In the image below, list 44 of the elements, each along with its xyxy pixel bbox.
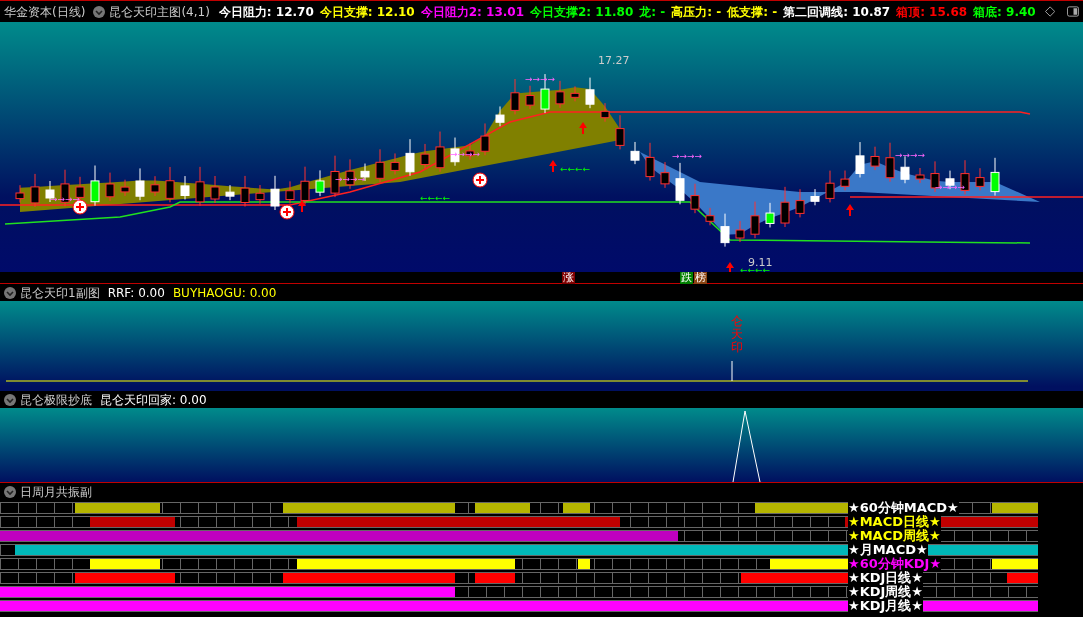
arrow-marker: →→→→	[895, 150, 926, 160]
signal-label: ★MACD周线★	[848, 529, 941, 543]
diamond-icon[interactable]	[1044, 6, 1055, 17]
signal-label: ★KDJ日线★	[848, 571, 923, 585]
signal-label: ★月MACD★	[848, 543, 928, 557]
indicator-value: 今日阻力: 12.70	[217, 3, 315, 21]
indicator-value: 今日支撑: 12.10	[318, 3, 416, 21]
signal-label: ★MACD日线★	[848, 515, 941, 529]
indicator-value: 箱顶: 15.68	[895, 3, 969, 21]
panel-title: 昆仑天印1副图	[20, 284, 100, 302]
collapse-icon[interactable]	[4, 393, 16, 406]
vertical-signal-text: 仑天印	[731, 315, 743, 355]
signal-label: ★KDJ月线★	[848, 599, 923, 613]
panel-title: 昆仑极限抄底	[20, 391, 92, 409]
arrow-marker: →→→→	[525, 74, 556, 84]
arrow-marker: →→→→	[50, 194, 81, 204]
panel-toggle-icon[interactable]	[1066, 6, 1079, 17]
arrow-marker: →→→→	[335, 174, 366, 184]
indicator-value: 箱底: 9.40	[972, 3, 1037, 21]
collapse-icon[interactable]	[93, 5, 106, 18]
indicator-value: 龙: -	[638, 3, 667, 21]
arrow-marker: ←←←←	[560, 164, 591, 174]
signal-label: ★KDJ周线★	[848, 585, 923, 599]
indicator-value: 今日支撑2: 11.80	[529, 3, 635, 21]
indicator-value: 高压力: -	[670, 3, 723, 21]
indicator-value: BUYHAOGU: 0.00	[172, 284, 277, 302]
indicator-title: 昆仑天印主图(4,1)	[109, 3, 210, 21]
signal-badge: 榜	[694, 272, 707, 284]
collapse-icon[interactable]	[4, 286, 16, 299]
panel-title: 日周月共振副	[20, 483, 92, 501]
indicator-value: 昆仑天印回家: 0.00	[100, 391, 207, 409]
high-price-label: 17.27	[598, 54, 630, 67]
indicator-value: RRF: 0.00	[107, 284, 165, 302]
indicator-value: 今日阻力2: 13.01	[419, 3, 525, 21]
signal-label: ★60分钟KDJ★	[848, 557, 942, 571]
signal-badge: 涨	[562, 272, 575, 284]
signal-badge: 跌	[680, 272, 693, 284]
arrow-marker: ←←←←	[420, 193, 451, 203]
stock-title: 华金资本(日线)	[4, 3, 86, 21]
arrow-marker: →→→→	[672, 151, 703, 161]
collapse-icon[interactable]	[4, 485, 16, 498]
signal-label: ★60分钟MACD★	[848, 501, 959, 515]
indicator-value: 第二回调线: 10.87	[782, 3, 892, 21]
indicator-value: 低支撑: -	[726, 3, 779, 21]
